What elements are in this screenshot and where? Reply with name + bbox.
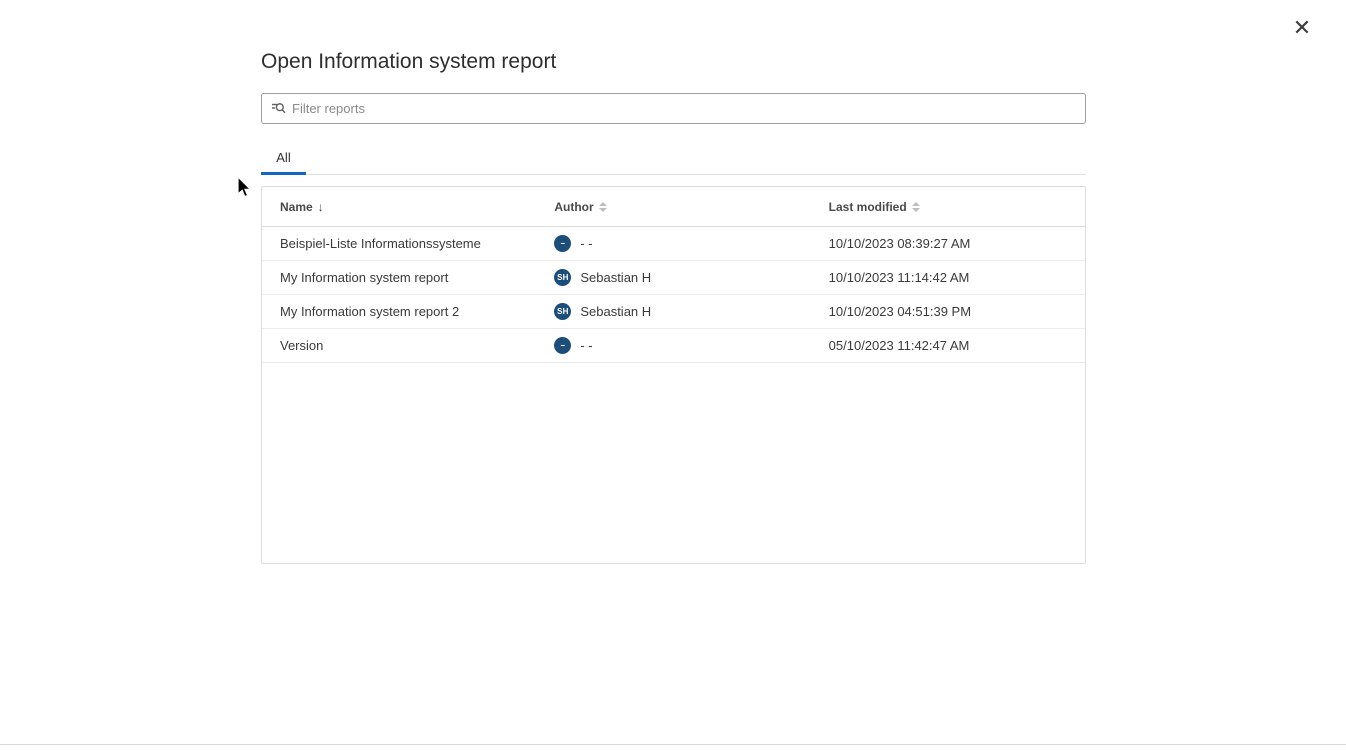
open-report-dialog: ✕ Open Information system report All Nam… — [0, 0, 1346, 756]
last-modified-cell: 05/10/2023 11:42:47 AM — [811, 329, 1085, 362]
filter-reports-input[interactable] — [292, 101, 1077, 116]
sort-carets-icon — [912, 202, 920, 212]
author-name: Sebastian H — [580, 304, 651, 319]
report-name-cell[interactable]: Version — [262, 329, 536, 362]
report-table: Name ↓ Author Last modified Beispiel-Lis… — [261, 186, 1086, 564]
mouse-cursor — [236, 176, 254, 205]
table-row[interactable]: Beispiel-Liste Informationssysteme − - -… — [262, 227, 1085, 261]
filter-search-icon — [270, 101, 286, 117]
report-tabs: All — [261, 140, 1086, 175]
last-modified-cell: 10/10/2023 04:51:39 PM — [811, 295, 1085, 328]
author-name: - - — [580, 338, 592, 353]
table-row[interactable]: Version − - - 05/10/2023 11:42:47 AM — [262, 329, 1085, 363]
column-header-name-label: Name — [280, 200, 313, 214]
avatar: − — [554, 337, 571, 354]
column-header-name[interactable]: Name ↓ — [262, 187, 536, 226]
avatar: SH — [554, 269, 571, 286]
last-modified-cell: 10/10/2023 11:14:42 AM — [811, 261, 1085, 294]
author-cell: − - - — [536, 227, 810, 260]
last-modified-cell: 10/10/2023 08:39:27 AM — [811, 227, 1085, 260]
author-name: - - — [580, 236, 592, 251]
column-header-author-label: Author — [554, 200, 593, 214]
author-cell: − - - — [536, 329, 810, 362]
column-header-last-modified[interactable]: Last modified — [811, 187, 1085, 226]
arrow-down-icon: ↓ — [318, 201, 324, 213]
table-row[interactable]: My Information system report SH Sebastia… — [262, 261, 1085, 295]
column-header-author[interactable]: Author — [536, 187, 810, 226]
close-icon[interactable]: ✕ — [1290, 16, 1314, 40]
avatar: SH — [554, 303, 571, 320]
dialog-title: Open Information system report — [261, 50, 556, 74]
report-name-cell[interactable]: My Information system report — [262, 261, 536, 294]
table-row[interactable]: My Information system report 2 SH Sebast… — [262, 295, 1085, 329]
author-cell: SH Sebastian H — [536, 261, 810, 294]
column-header-last-modified-label: Last modified — [829, 200, 907, 214]
table-header-row: Name ↓ Author Last modified — [262, 187, 1085, 227]
report-name-cell[interactable]: Beispiel-Liste Informationssysteme — [262, 227, 536, 260]
filter-reports-box[interactable] — [261, 93, 1086, 124]
author-cell: SH Sebastian H — [536, 295, 810, 328]
report-name-cell[interactable]: My Information system report 2 — [262, 295, 536, 328]
avatar: − — [554, 235, 571, 252]
author-name: Sebastian H — [580, 270, 651, 285]
sort-carets-icon — [599, 202, 607, 212]
bottom-divider — [0, 744, 1346, 745]
tab-all[interactable]: All — [261, 140, 306, 174]
